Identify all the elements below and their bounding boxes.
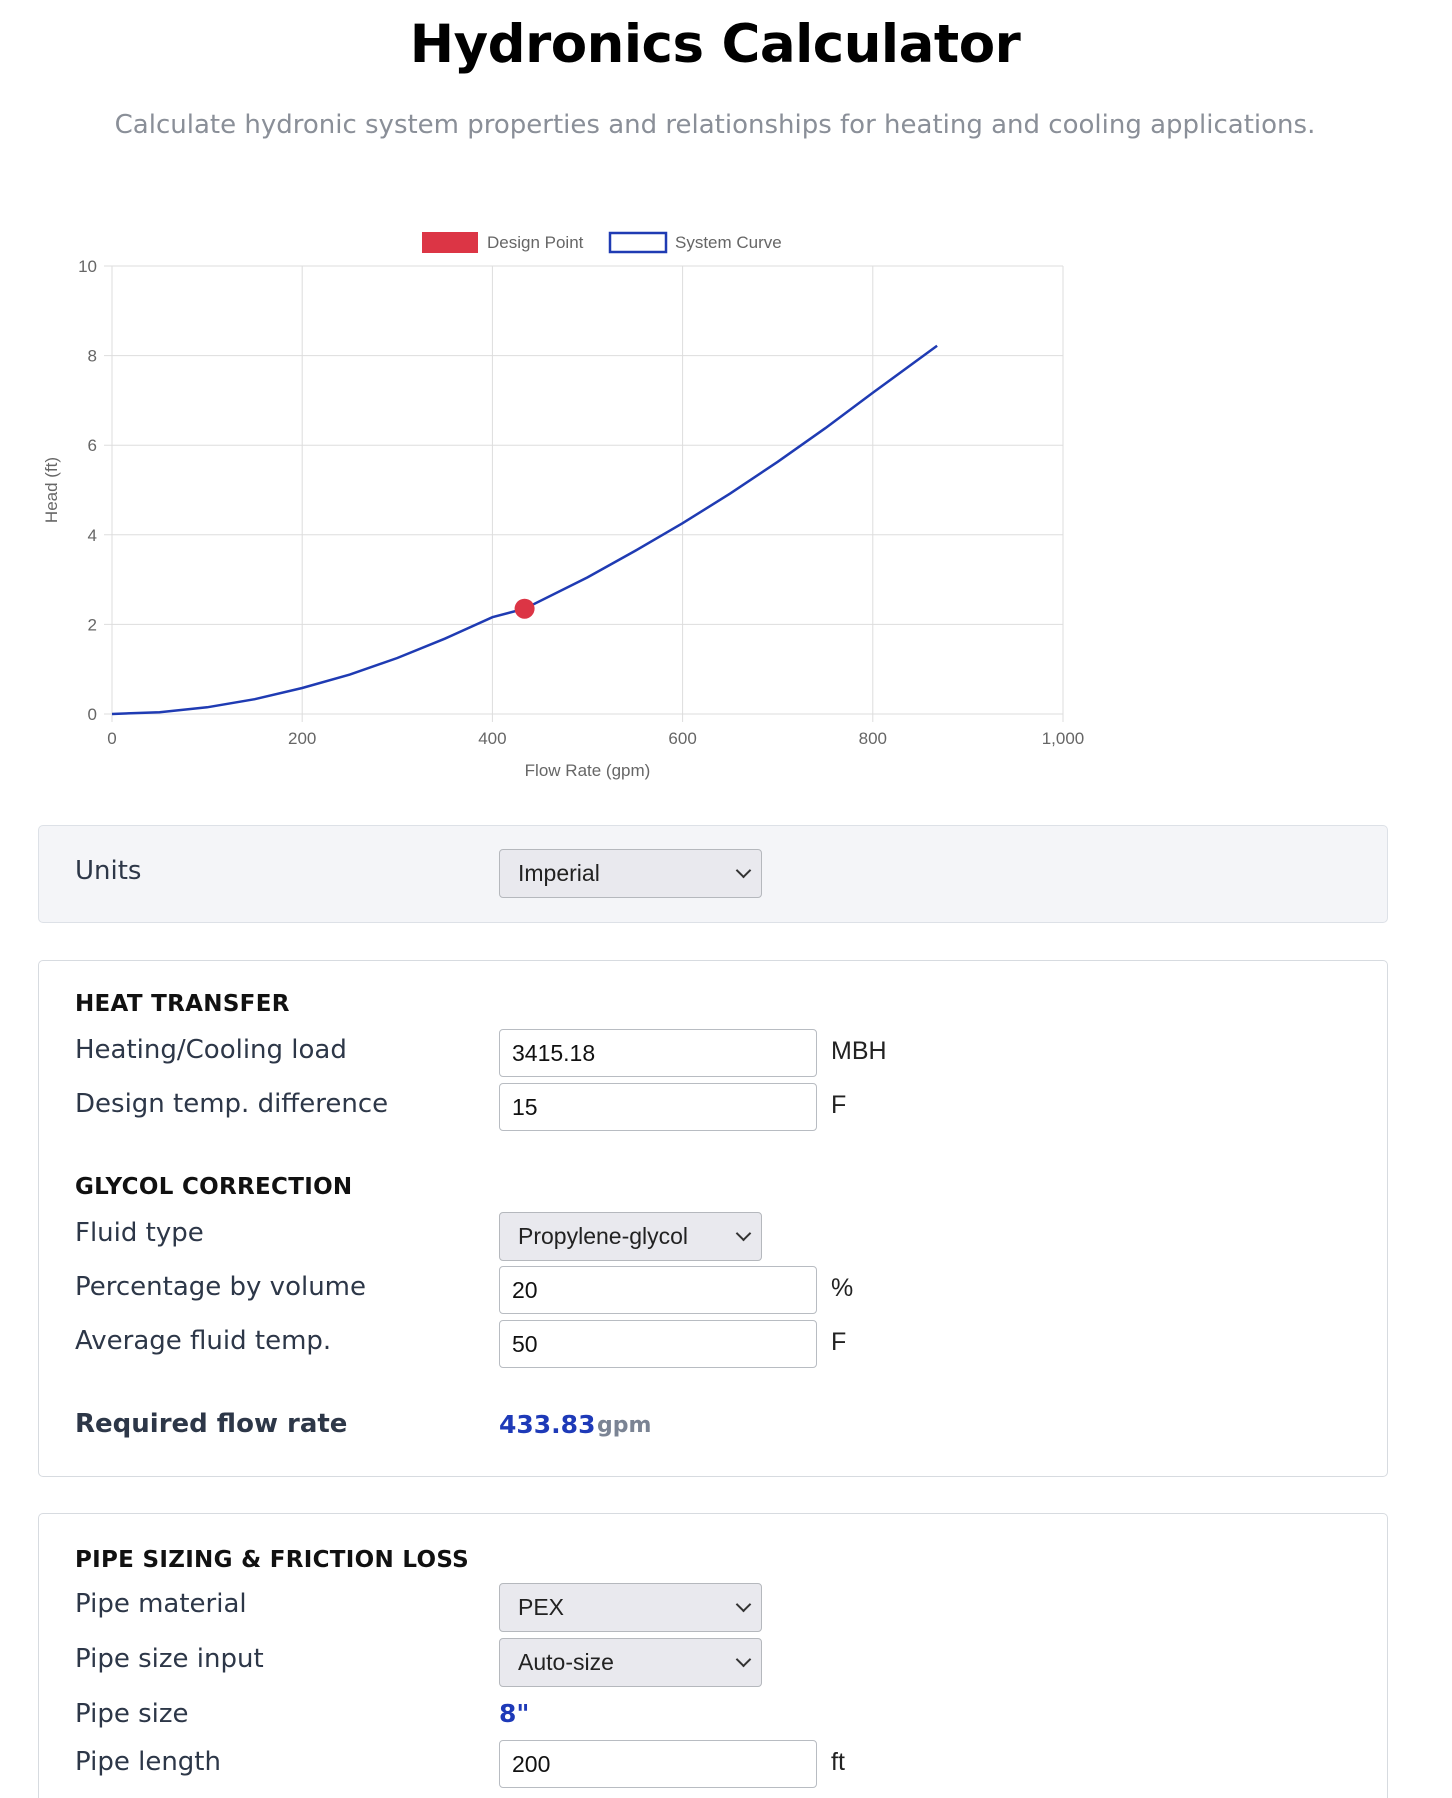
fluid-type-select-value: Propylene-glycol (518, 1223, 689, 1249)
percentage-input-value: 20 (512, 1276, 538, 1303)
pipe-material-label: Pipe material (75, 1589, 247, 1619)
y-tick-label: 10 (78, 257, 97, 276)
pipe-size-input-select-value: Auto-size (518, 1649, 614, 1675)
x-tick-label: 1,000 (1042, 729, 1085, 748)
chevron-down-icon (735, 1596, 752, 1613)
temp-diff-label: Design temp. difference (75, 1089, 389, 1119)
y-tick-label: 6 (88, 436, 97, 455)
page-title: Hydronics Calculator (409, 14, 1021, 75)
percentage-unit: % (831, 1274, 854, 1302)
heat-transfer-panel: HEAT TRANSFER Heating/Cooling load 3415.… (38, 960, 1388, 1477)
y-tick-label: 2 (88, 615, 97, 634)
percentage-label: Percentage by volume (75, 1272, 367, 1302)
avg-temp-unit: F (831, 1328, 847, 1356)
y-tick-label: 8 (88, 347, 97, 366)
load-unit: MBH (831, 1037, 887, 1065)
pipe-length-label: Pipe length (75, 1747, 221, 1777)
pipe-sizing-heading: PIPE SIZING & FRICTION LOSS (75, 1547, 470, 1573)
x-tick-label: 400 (478, 729, 506, 748)
pipe-length-input[interactable]: 200 (499, 1740, 817, 1788)
heat-transfer-heading: HEAT TRANSFER (75, 991, 290, 1017)
legend-design-point-swatch (422, 232, 478, 253)
pipe-material-select[interactable]: PEX (499, 1583, 762, 1632)
pipe-size-input-label: Pipe size input (75, 1644, 264, 1674)
avg-temp-label: Average fluid temp. (75, 1326, 332, 1356)
load-label: Heating/Cooling load (75, 1035, 347, 1065)
chevron-down-icon (735, 1225, 752, 1242)
required-flow-value: 433.83 (499, 1410, 596, 1439)
legend-system-curve-swatch (608, 231, 668, 254)
percentage-input[interactable]: 20 (499, 1266, 817, 1314)
page-subtitle: Calculate hydronic system properties and… (114, 110, 1316, 140)
units-select[interactable]: Imperial (499, 849, 762, 898)
y-axis-label: Head (ft) (42, 457, 61, 523)
fluid-type-label: Fluid type (75, 1218, 204, 1248)
design-point-marker (514, 598, 535, 619)
x-tick-label: 800 (859, 729, 887, 748)
y-tick-label: 0 (88, 705, 97, 724)
temp-diff-input[interactable]: 15 (499, 1083, 817, 1131)
x-tick-label: 200 (288, 729, 316, 748)
x-tick-label: 600 (668, 729, 696, 748)
required-flow-unit: gpm (597, 1413, 652, 1438)
pipe-material-select-value: PEX (518, 1594, 565, 1620)
x-tick-label: 0 (107, 729, 116, 748)
chevron-down-icon (735, 1651, 752, 1668)
pipe-length-input-value: 200 (512, 1750, 551, 1777)
temp-diff-unit: F (831, 1091, 847, 1119)
temp-diff-input-value: 15 (512, 1093, 538, 1120)
required-flow-label: Required flow rate (75, 1409, 348, 1439)
chart-svg: 0 200 400 600 800 1,000 0 2 4 6 8 10 Flow Rate (gpm)… (42, 231, 1085, 780)
x-axis-label: Flow Rate (gpm) (525, 761, 651, 780)
system-curve-chart: 0 200 400 600 800 1,000 0 2 4 6 8 10 Flow Rate (gpm)… (30, 220, 1200, 790)
units-select-value: Imperial (518, 860, 600, 886)
pipe-size-value: 8" (499, 1699, 530, 1728)
chevron-down-icon (735, 862, 752, 879)
avg-temp-input[interactable]: 50 (499, 1320, 817, 1368)
units-panel: Units Imperial (38, 825, 1388, 923)
glycol-heading: GLYCOL CORRECTION (75, 1174, 353, 1200)
pipe-size-label: Pipe size (75, 1699, 189, 1729)
legend-design-point-label: Design Point (487, 233, 584, 252)
pipe-sizing-panel: PIPE SIZING & FRICTION LOSS Pipe materia… (38, 1513, 1388, 1798)
fluid-type-select[interactable]: Propylene-glycol (499, 1212, 762, 1261)
units-label: Units (75, 856, 142, 886)
load-input[interactable]: 3415.18 (499, 1029, 817, 1077)
pipe-size-input-select[interactable]: Auto-size (499, 1638, 762, 1687)
avg-temp-input-value: 50 (512, 1330, 538, 1357)
system-curve-line (111, 344, 938, 716)
y-tick-label: 4 (88, 526, 97, 545)
legend-system-curve-label: System Curve (675, 233, 782, 252)
load-input-value: 3415.18 (512, 1039, 596, 1066)
pipe-length-unit: ft (831, 1748, 845, 1776)
